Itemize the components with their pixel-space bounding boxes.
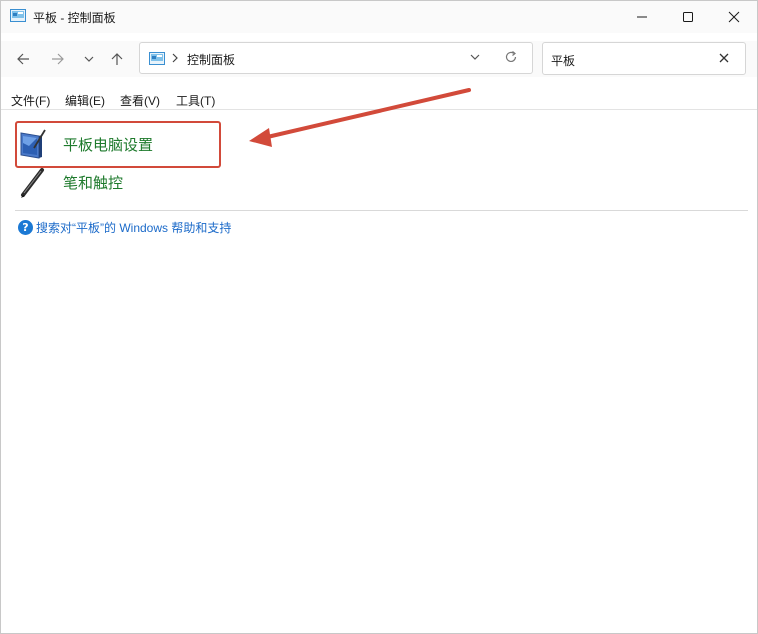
maximize-button[interactable] [665, 1, 711, 33]
menu-divider [1, 109, 757, 110]
search-input[interactable]: 平板 [551, 52, 575, 69]
chevron-down-icon [84, 56, 94, 62]
annotation-highlight-box [15, 121, 221, 168]
pen-icon [21, 168, 44, 198]
help-search-row[interactable]: ? 搜索对“平板”的 Windows 帮助和支持 [18, 219, 231, 236]
result-pen-and-touch[interactable]: 笔和触控 [15, 164, 123, 200]
arrow-left-icon [17, 53, 29, 65]
recent-locations-button[interactable] [77, 47, 101, 71]
window-title: 平板 - 控制面板 [33, 11, 116, 25]
control-panel-icon [10, 9, 26, 22]
result-label[interactable]: 笔和触控 [63, 172, 123, 193]
up-button[interactable] [105, 47, 129, 71]
arrow-right-icon [52, 53, 64, 65]
menu-view[interactable]: 查看(V) [120, 92, 160, 109]
menu-edit[interactable]: 编辑(E) [65, 92, 105, 109]
control-panel-window: 平板 - 控制面板 控制面板 平板 文件(F) 编辑(E) 查看(V) 工具(T… [0, 0, 758, 634]
address-bar[interactable]: 控制面板 [139, 42, 533, 74]
title-bar: 平板 - 控制面板 [1, 1, 757, 33]
help-icon: ? [18, 220, 33, 235]
close-button[interactable] [711, 1, 757, 33]
close-icon[interactable] [718, 52, 730, 64]
refresh-icon[interactable] [504, 50, 518, 64]
search-box[interactable]: 平板 [542, 42, 746, 75]
navigation-bar: 控制面板 平板 [1, 41, 757, 77]
results-divider [15, 210, 748, 211]
menu-file[interactable]: 文件(F) [11, 92, 50, 109]
back-button[interactable] [11, 47, 35, 71]
menu-tools[interactable]: 工具(T) [176, 92, 215, 109]
breadcrumb-control-panel[interactable]: 控制面板 [187, 51, 235, 68]
control-panel-icon [149, 52, 165, 65]
maximize-icon [683, 12, 693, 22]
windows-help-link[interactable]: 搜索对“平板”的 Windows 帮助和支持 [36, 219, 231, 236]
chevron-right-icon[interactable] [171, 51, 179, 65]
chevron-down-icon[interactable] [470, 52, 480, 62]
close-icon [728, 11, 740, 23]
forward-button[interactable] [46, 47, 70, 71]
menu-bar: 文件(F) 编辑(E) 查看(V) 工具(T) [1, 89, 757, 109]
minimize-icon [637, 16, 647, 18]
arrow-up-icon [111, 53, 123, 65]
minimize-button[interactable] [619, 1, 665, 33]
